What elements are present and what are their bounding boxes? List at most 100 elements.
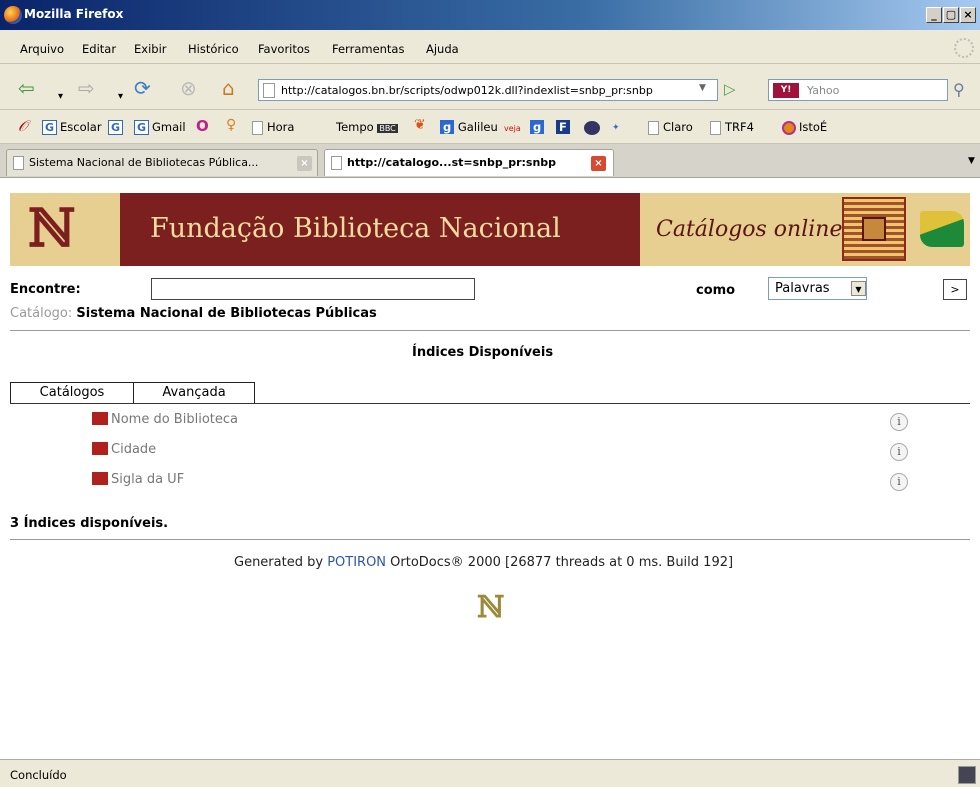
minimize-button[interactable]: _	[926, 7, 942, 23]
fbn-monogram-icon: ℕ	[28, 198, 76, 259]
google-icon: G	[42, 120, 57, 135]
catalogos-panel: Catálogos online	[640, 193, 970, 266]
g-icon: g	[440, 120, 455, 134]
menu-arquivo[interactable]: Arquivo	[20, 42, 64, 56]
indices-count: 3 Índices disponíveis.	[10, 516, 169, 531]
stop-icon[interactable]: ⊗	[180, 77, 197, 99]
search-label: Encontre:	[10, 282, 81, 297]
menu-editar[interactable]: Editar	[82, 42, 116, 56]
tab-label: Sistema Nacional de Bibliotecas Pública.…	[29, 156, 259, 169]
yahoo-engine-icon[interactable]: Y!	[773, 83, 799, 98]
catalog-label: Catálogo:	[10, 306, 73, 321]
go-arrow-icon[interactable]: ▷	[724, 80, 736, 98]
close-button[interactable]: ×	[960, 7, 976, 23]
como-label: como	[696, 283, 736, 298]
search-input[interactable]	[151, 278, 475, 300]
url-dropdown-icon[interactable]: ▼	[699, 83, 706, 93]
page-icon	[648, 120, 659, 135]
bookmark-person-icon[interactable]: ♀	[226, 117, 236, 133]
bookmark-google[interactable]: G	[108, 120, 126, 135]
back-arrow-icon[interactable]: ⇦	[18, 77, 35, 99]
info-icon[interactable]: i	[890, 473, 908, 491]
url-bar[interactable]: http://catalogos.bn.br/scripts/odwp012k.…	[258, 79, 718, 101]
reload-icon[interactable]: ⟳	[134, 77, 151, 99]
fbn-emblem-icon: ℕ	[477, 590, 505, 625]
bbc-icon: BBC	[377, 124, 398, 133]
fbn-logo: ℕ	[10, 193, 122, 266]
flag-icon	[920, 211, 964, 247]
status-text: Concluído	[10, 768, 67, 782]
index-item-sigla[interactable]: Sigla da UF	[92, 472, 184, 487]
tab-catalogos[interactable]: Catálogos	[10, 382, 134, 404]
bullet-icon	[92, 442, 108, 455]
g-icon: g	[530, 120, 545, 134]
forward-arrow-icon[interactable]: ⇨	[78, 77, 95, 99]
index-item-cidade[interactable]: Cidade	[92, 442, 156, 457]
page-icon	[263, 83, 275, 98]
page-icon	[252, 120, 263, 135]
catalog-line: Catálogo: Sistema Nacional de Biblioteca…	[10, 306, 377, 321]
window-title: Mozilla Firefox	[24, 7, 124, 21]
bookmark-flame-icon[interactable]: ❦	[414, 117, 426, 133]
indices-heading: Índices Disponíveis	[412, 345, 554, 360]
search-mode-select[interactable]: Palavras ▼	[768, 277, 867, 300]
tab-close-icon[interactable]: ×	[297, 156, 312, 171]
info-icon[interactable]: i	[890, 413, 908, 431]
bookmark-orkut-icon[interactable]: O	[196, 117, 209, 135]
catalogos-online-title: Catálogos online	[656, 217, 843, 242]
page-icon	[710, 120, 721, 135]
bookmark-veja-icon[interactable]: veja	[504, 124, 521, 133]
catalog-name: Sistema Nacional de Bibliotecas Públicas	[76, 306, 377, 321]
tab-catalogos-active[interactable]: http://catalogo...st=snbp_pr:snbp ×	[324, 149, 614, 176]
bullet-icon	[92, 472, 108, 485]
bookmark-f[interactable]: F	[556, 120, 570, 134]
search-placeholder: Yahoo	[807, 84, 840, 97]
tab-sistema-nacional[interactable]: Sistema Nacional de Bibliotecas Pública.…	[6, 149, 318, 176]
bookmark-hora[interactable]: Hora	[252, 120, 294, 135]
menu-ajuda[interactable]: Ajuda	[426, 42, 459, 56]
bookmark-galileu[interactable]: g Galileu	[440, 120, 498, 134]
site-title: Fundação Biblioteca Nacional	[150, 213, 561, 244]
maximize-button[interactable]: ▢	[943, 7, 959, 23]
page-icon	[13, 156, 24, 170]
bookmark-estadao-icon[interactable]: ✦	[612, 123, 620, 133]
bookmark-g2[interactable]: g	[530, 120, 545, 134]
tab-underline	[10, 403, 970, 404]
tab-avancada[interactable]: Avançada	[133, 382, 255, 404]
index-item-nome[interactable]: Nome do Biblioteca	[92, 412, 238, 427]
header-banner: ℕ Fundação Biblioteca Nacional Catálogos…	[10, 193, 970, 266]
chevron-down-icon[interactable]: ▼	[851, 281, 866, 296]
bookmark-circle[interactable]	[584, 120, 600, 135]
bookmark-logo-icon[interactable]: 𝒪	[18, 117, 27, 135]
bookmark-gmail[interactable]: G Gmail	[134, 120, 186, 135]
firefox-icon	[4, 6, 22, 24]
menu-ferramentas[interactable]: Ferramentas	[332, 42, 404, 56]
search-go-button[interactable]: >	[943, 279, 967, 300]
divider	[10, 330, 970, 331]
menu-historico[interactable]: Histórico	[188, 42, 239, 56]
title-bar: Mozilla Firefox	[0, 0, 980, 30]
tab-label: http://catalogo...st=snbp_pr:snbp	[347, 156, 557, 169]
ornament-center-icon	[862, 217, 886, 241]
menu-favoritos[interactable]: Favoritos	[258, 42, 310, 56]
status-icon	[958, 766, 976, 784]
tab-close-icon[interactable]: ×	[591, 156, 606, 171]
back-dropdown-icon[interactable]: ▾	[58, 86, 63, 108]
bookmark-trf4[interactable]: TRF4	[710, 120, 754, 135]
tab-list-icon[interactable]: ▼	[968, 156, 975, 166]
info-icon[interactable]: i	[890, 443, 908, 461]
potiron-link[interactable]: POTIRON	[327, 555, 386, 570]
menu-exibir[interactable]: Exibir	[134, 42, 167, 56]
throbber-icon	[954, 38, 974, 58]
bookmark-tempo[interactable]: Tempo BBC	[336, 120, 398, 134]
bookmark-claro[interactable]: Claro	[648, 120, 693, 135]
istoe-icon	[782, 120, 796, 135]
bullet-icon	[92, 412, 108, 425]
search-icon[interactable]: ⚲	[953, 80, 965, 99]
home-icon[interactable]: ⌂	[222, 77, 235, 99]
bookmark-istoe[interactable]: IstoÉ	[782, 120, 827, 135]
google-icon: G	[134, 120, 149, 135]
search-bar[interactable]: Y! Yahoo	[768, 79, 948, 101]
bookmark-escolar[interactable]: G Escolar	[42, 120, 102, 135]
forward-dropdown-icon[interactable]: ▾	[118, 86, 123, 108]
